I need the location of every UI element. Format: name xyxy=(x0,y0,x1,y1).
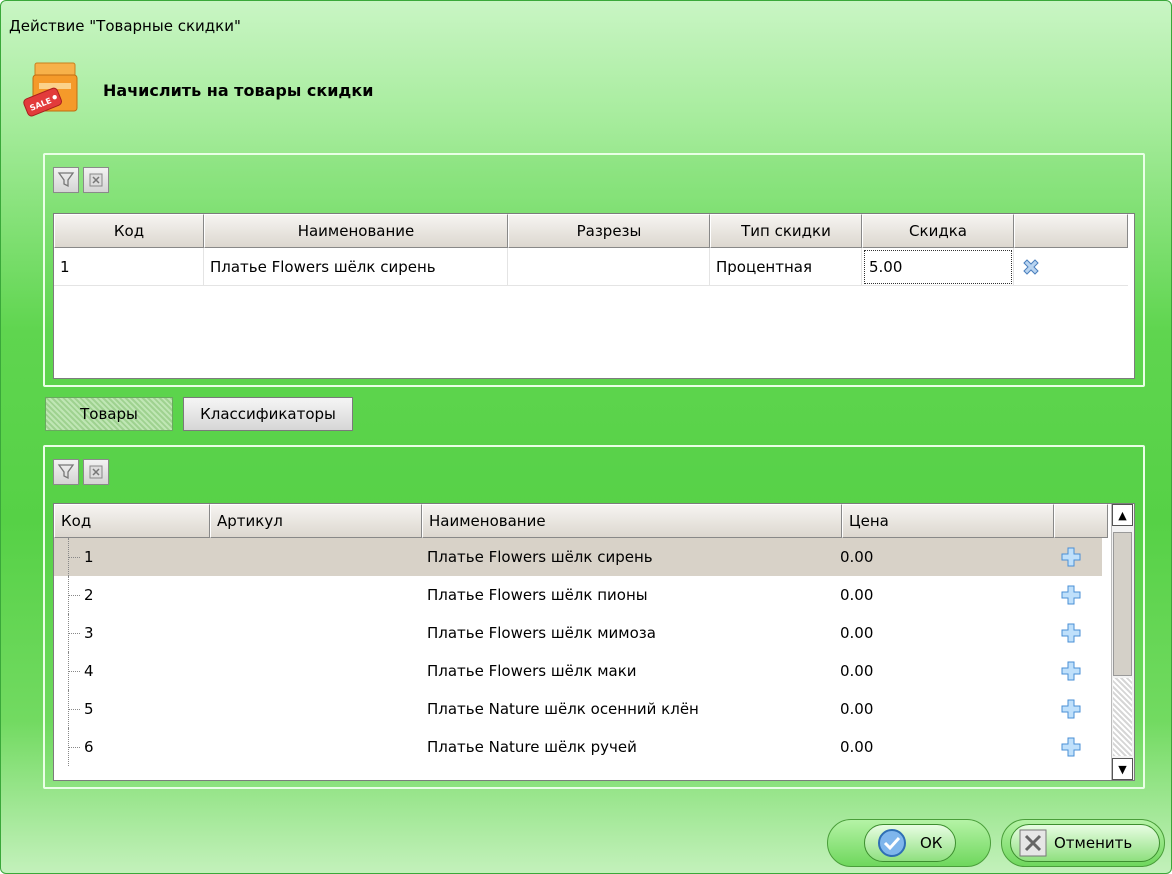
dialog-window: Действие "Товарные скидки" SALE Начислит… xyxy=(0,0,1172,874)
clear-icon xyxy=(89,173,103,187)
ok-button[interactable]: ОК xyxy=(827,819,991,867)
item-name: Платье Flowers шёлк сирень xyxy=(427,548,653,566)
column-header-name[interactable]: Наименование xyxy=(422,504,842,538)
row-name: Платье Flowers шёлк сирень xyxy=(204,248,508,286)
item-name: Платье Nature шёлк ручей xyxy=(427,738,637,756)
item-code: 3 xyxy=(84,624,94,642)
list-item[interactable]: 6 Платье Nature шёлк ручей 0.00 xyxy=(54,728,1102,766)
item-code: 5 xyxy=(84,700,94,718)
item-code: 6 xyxy=(84,738,94,756)
tab-goods[interactable]: Товары xyxy=(45,397,173,431)
column-header-price[interactable]: Цена xyxy=(842,504,1054,538)
remove-icon[interactable] xyxy=(1020,256,1042,278)
item-name: Платье Flowers шёлк маки xyxy=(427,662,637,680)
row-discount-type[interactable]: Процентная xyxy=(710,248,862,286)
vertical-scrollbar[interactable]: ▲ ▼ xyxy=(1111,504,1134,780)
column-header-discount[interactable]: Скидка xyxy=(862,214,1014,248)
add-icon[interactable] xyxy=(1060,736,1082,758)
item-name: Платье Flowers шёлк пионы xyxy=(427,586,648,604)
column-header-cuts[interactable]: Разрезы xyxy=(508,214,710,248)
filter-button[interactable] xyxy=(53,459,79,485)
column-header-name[interactable]: Наименование xyxy=(204,214,508,248)
item-name: Платье Nature шёлк осенний клён xyxy=(427,700,699,718)
funnel-icon xyxy=(57,464,75,480)
item-price: 0.00 xyxy=(840,662,874,680)
column-header-code[interactable]: Код xyxy=(54,214,204,248)
scroll-up-button[interactable]: ▲ xyxy=(1112,504,1133,526)
item-code: 4 xyxy=(84,662,94,680)
list-item[interactable]: 3 Платье Flowers шёлк мимоза 0.00 xyxy=(54,614,1102,652)
item-name: Платье Flowers шёлк мимоза xyxy=(427,624,656,642)
item-price: 0.00 xyxy=(840,700,874,718)
row-actions xyxy=(1014,248,1128,286)
scroll-track[interactable] xyxy=(1113,678,1132,756)
add-icon[interactable] xyxy=(1060,622,1082,644)
item-code: 1 xyxy=(84,548,94,566)
goods-grid: Код Артикул Наименование Цена 1 Платье F… xyxy=(53,503,1135,781)
add-icon[interactable] xyxy=(1060,546,1082,568)
column-header-actions xyxy=(1014,214,1128,248)
discount-input[interactable]: 5.00 xyxy=(864,249,1012,284)
add-icon[interactable] xyxy=(1060,698,1082,720)
ok-label: ОК xyxy=(920,834,943,852)
row-code: 1 xyxy=(54,248,204,286)
row-discount-cell[interactable]: 5.00 xyxy=(862,248,1014,286)
list-item[interactable]: 2 Платье Flowers шёлк пионы 0.00 xyxy=(54,576,1102,614)
column-header-discount-type[interactable]: Тип скидки xyxy=(710,214,862,248)
scroll-thumb[interactable] xyxy=(1113,532,1132,676)
table-row[interactable]: 1 Платье Flowers шёлк сирень Процентная … xyxy=(54,248,1128,286)
filter-button[interactable] xyxy=(53,167,79,193)
column-header-article[interactable]: Артикул xyxy=(210,504,422,538)
item-price: 0.00 xyxy=(840,548,874,566)
item-code: 2 xyxy=(84,586,94,604)
window-title: Действие "Товарные скидки" xyxy=(9,17,241,35)
sale-box-icon: SALE xyxy=(21,57,85,121)
item-price: 0.00 xyxy=(840,624,874,642)
item-price: 0.00 xyxy=(840,586,874,604)
row-cuts[interactable] xyxy=(508,248,710,286)
clear-filter-button[interactable] xyxy=(83,167,109,193)
tab-classifiers[interactable]: Классификаторы xyxy=(183,397,353,431)
item-price: 0.00 xyxy=(840,738,874,756)
discounts-panel: Код Наименование Разрезы Тип скидки Скид… xyxy=(43,153,1145,387)
check-circle-icon xyxy=(878,829,906,857)
list-item[interactable]: 1 Платье Flowers шёлк сирень 0.00 xyxy=(54,538,1102,576)
list-item[interactable]: 4 Платье Flowers шёлк маки 0.00 xyxy=(54,652,1102,690)
clear-icon xyxy=(89,465,103,479)
cancel-button[interactable]: Отменить xyxy=(1001,819,1165,867)
page-heading: Начислить на товары скидки xyxy=(103,81,374,100)
discounts-grid: Код Наименование Разрезы Тип скидки Скид… xyxy=(53,213,1135,379)
list-item[interactable]: 5 Платье Nature шёлк осенний клён 0.00 xyxy=(54,690,1102,728)
column-header-actions xyxy=(1054,504,1108,538)
column-header-code[interactable]: Код xyxy=(54,504,210,538)
add-icon[interactable] xyxy=(1060,660,1082,682)
add-icon[interactable] xyxy=(1060,584,1082,606)
clear-filter-button[interactable] xyxy=(83,459,109,485)
cancel-label: Отменить xyxy=(1054,834,1133,852)
goods-panel: Код Артикул Наименование Цена 1 Платье F… xyxy=(43,445,1145,789)
scroll-down-button[interactable]: ▼ xyxy=(1112,758,1133,780)
funnel-icon xyxy=(57,172,75,188)
cancel-icon xyxy=(1019,829,1047,857)
